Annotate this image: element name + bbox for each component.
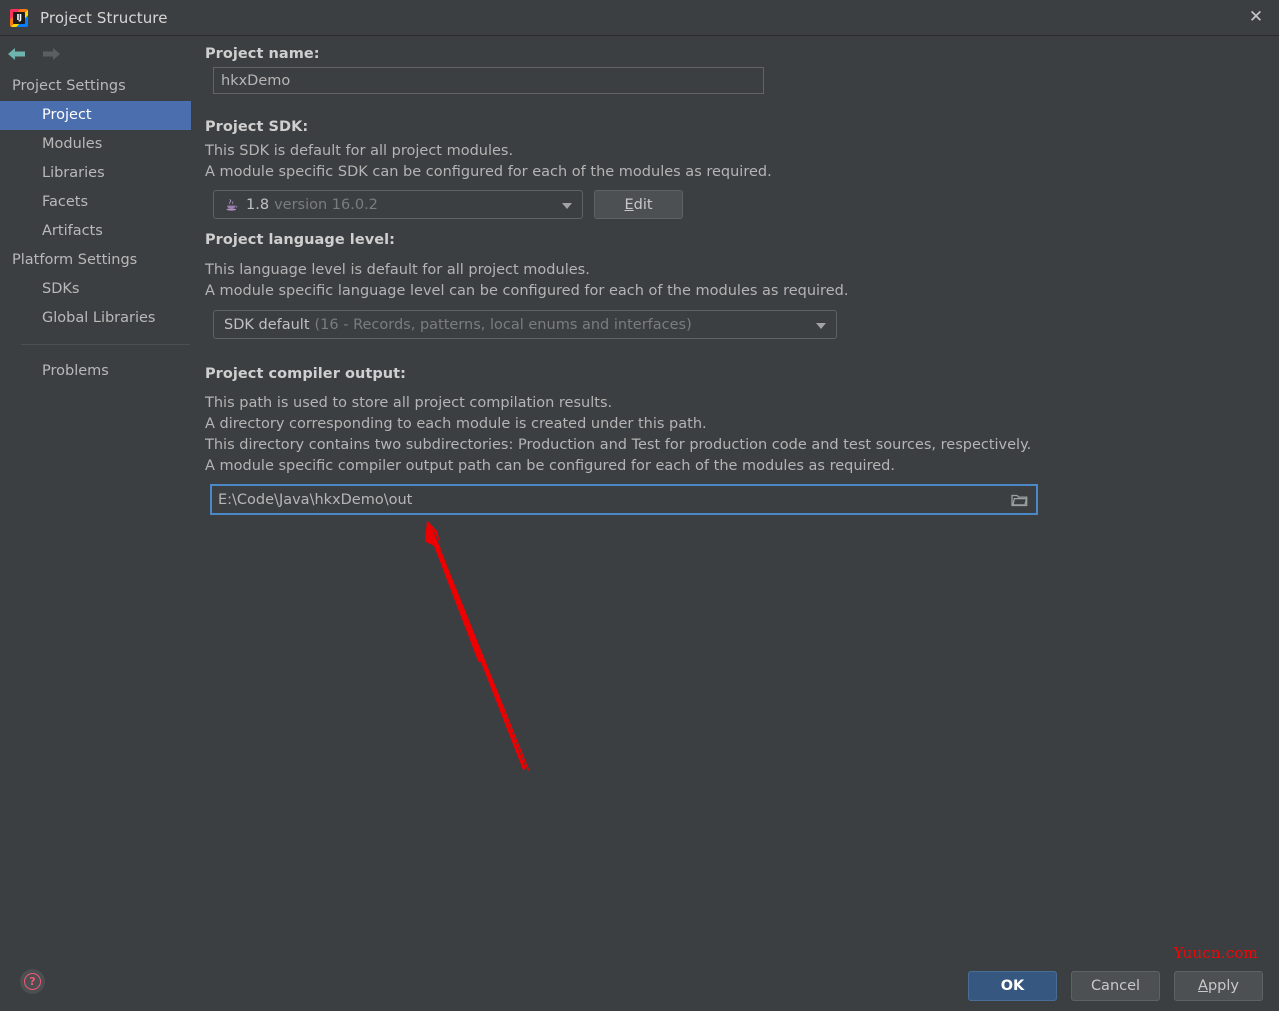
navigation-toolbar [0,36,200,72]
project-sdk-desc-line-1: This SDK is default for all project modu… [205,143,514,159]
project-sdk-value-primary: 1.8 [246,196,270,213]
question-mark-icon: ? [24,973,41,990]
cancel-button-label: Cancel [1090,978,1141,994]
close-icon[interactable]: ✕ [1233,0,1279,35]
ok-button[interactable]: OK [968,971,1057,1001]
project-sdk-value-secondary: version 16.0.2 [274,196,378,213]
sidebar-item-project[interactable]: Project [0,101,191,130]
settings-sidebar: Project Settings Project Modules Librari… [0,72,200,1011]
language-level-value-secondary: (16 - Records, patterns, local enums and… [314,316,692,333]
language-level-desc-line-2: A module specific language level can be … [205,283,849,299]
sidebar-item-global-libraries[interactable]: Global Libraries [0,304,200,333]
sidebar-group-platform-settings: Platform Settings [12,252,138,268]
chevron-down-icon [816,322,826,329]
watermark-text: Yuucn.com [1173,944,1258,962]
project-sdk-dropdown[interactable]: 1.8 version 16.0.2 [213,190,583,219]
ok-button-label: OK [1000,978,1025,994]
compiler-output-desc-line-3: This directory contains two subdirectori… [205,437,1032,453]
edit-button-rest: dit [633,196,653,213]
cancel-button[interactable]: Cancel [1071,971,1160,1001]
arrow-right-icon[interactable] [34,39,68,69]
apply-button[interactable]: Apply [1174,971,1263,1001]
apply-button-mnemonic: A [1198,978,1208,994]
project-settings-panel: Project name: hkxDemo Project SDK: This … [200,36,1279,948]
edit-button-mnemonic: E [624,196,634,213]
dialog-button-row: OK Cancel Apply [968,971,1263,1001]
project-structure-dialog: IJ Project Structure ✕ Project Settings … [0,0,1279,1011]
compiler-output-value: E:\Code\Java\hkxDemo\out [218,491,413,508]
sidebar-divider [21,344,190,345]
chevron-down-icon [562,202,572,209]
project-name-value: hkxDemo [221,72,291,89]
title-bar: IJ Project Structure ✕ [0,0,1279,36]
apply-button-rest: pply [1207,978,1239,994]
intellij-idea-icon: IJ [10,8,28,27]
sidebar-item-artifacts[interactable]: Artifacts [0,217,200,246]
dialog-footer: ? OK Cancel Apply [0,948,1279,1011]
help-button[interactable]: ? [20,969,45,994]
project-sdk-label: Project SDK: [205,119,309,135]
project-sdk-desc-line-2: A module specific SDK can be configured … [205,164,772,180]
java-coffee-cup-icon [226,198,238,211]
folder-icon[interactable] [1011,492,1028,508]
sidebar-item-problems[interactable]: Problems [0,357,200,386]
compiler-output-label: Project compiler output: [205,366,406,382]
arrow-left-icon[interactable] [0,39,34,69]
sidebar-item-sdks[interactable]: SDKs [0,275,200,304]
compiler-output-input[interactable]: E:\Code\Java\hkxDemo\out [210,484,1038,515]
language-level-value-primary: SDK default [224,316,310,333]
language-level-label: Project language level: [205,232,395,248]
sidebar-item-facets[interactable]: Facets [0,188,200,217]
sidebar-group-project-settings: Project Settings [12,78,126,94]
window-title: Project Structure [40,8,168,27]
sidebar-item-modules[interactable]: Modules [0,130,200,159]
language-level-desc-line-1: This language level is default for all p… [205,262,590,278]
project-name-label: Project name: [205,46,320,62]
language-level-dropdown[interactable]: SDK default (16 - Records, patterns, loc… [213,310,837,339]
compiler-output-desc-line-2: A directory corresponding to each module… [205,416,707,432]
sidebar-item-libraries[interactable]: Libraries [0,159,200,188]
compiler-output-desc-line-4: A module specific compiler output path c… [205,458,895,474]
project-name-input[interactable]: hkxDemo [213,67,764,94]
compiler-output-desc-line-1: This path is used to store all project c… [205,395,613,411]
edit-sdk-button[interactable]: Edit [594,190,683,219]
